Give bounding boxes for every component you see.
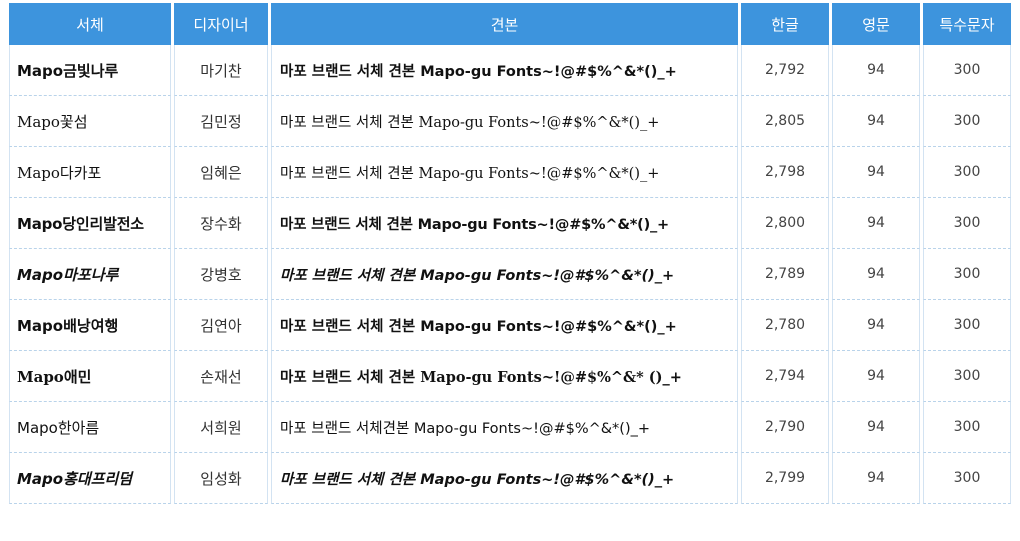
designer-name: 임혜은	[174, 147, 268, 198]
special-count: 300	[923, 351, 1011, 402]
special-count: 300	[923, 300, 1011, 351]
font-name: Mapo한아름	[9, 402, 171, 453]
english-count: 94	[832, 198, 920, 249]
english-count: 94	[832, 249, 920, 300]
font-sample: 마포 브랜드 서체 견본 Mapo-gu Fonts~!@#$%^&*()_+	[271, 45, 738, 96]
special-count: 300	[923, 198, 1011, 249]
table-row: Mapo배낭여행 김연아 마포 브랜드 서체 견본 Mapo-gu Fonts~…	[9, 300, 1011, 351]
table-header-row: 서체 디자이너 견본 한글 영문 특수문자	[9, 3, 1011, 45]
english-count: 94	[832, 453, 920, 504]
table-row: Mapo다카포 임혜은 마포 브랜드 서체 견본 Mapo-gu Fonts~!…	[9, 147, 1011, 198]
font-name: Mapo꽃섬	[9, 96, 171, 147]
font-name: Mapo배낭여행	[9, 300, 171, 351]
header-korean: 한글	[741, 3, 829, 45]
english-count: 94	[832, 147, 920, 198]
font-name: Mapo홍대프리덤	[9, 453, 171, 504]
font-name: Mapo마포나루	[9, 249, 171, 300]
special-count: 300	[923, 453, 1011, 504]
designer-name: 장수화	[174, 198, 268, 249]
table-row: Mapo홍대프리덤 임성화 마포 브랜드 서체 견본 Mapo-gu Fonts…	[9, 453, 1011, 504]
korean-count: 2,794	[741, 351, 829, 402]
english-count: 94	[832, 402, 920, 453]
font-table: 서체 디자이너 견본 한글 영문 특수문자 Mapo금빛나루 마기찬 마포 브랜…	[6, 3, 1014, 504]
special-count: 300	[923, 249, 1011, 300]
table-row: Mapo마포나루 강병호 마포 브랜드 서체 견본 Mapo-gu Fonts~…	[9, 249, 1011, 300]
header-english: 영문	[832, 3, 920, 45]
designer-name: 임성화	[174, 453, 268, 504]
english-count: 94	[832, 300, 920, 351]
designer-name: 손재선	[174, 351, 268, 402]
special-count: 300	[923, 402, 1011, 453]
english-count: 94	[832, 96, 920, 147]
font-name: Mapo애민	[9, 351, 171, 402]
font-sample: 마포 브랜드 서체 견본 Mapo-gu Fonts~!@#$%^&*()_+	[271, 249, 738, 300]
header-designer: 디자이너	[174, 3, 268, 45]
font-name: Mapo당인리발전소	[9, 198, 171, 249]
korean-count: 2,789	[741, 249, 829, 300]
designer-name: 서희원	[174, 402, 268, 453]
designer-name: 강병호	[174, 249, 268, 300]
font-sample: 마포 브랜드 서체 견본 Mapo-gu Fonts~!@#$%^&*()_+	[271, 453, 738, 504]
header-special: 특수문자	[923, 3, 1011, 45]
korean-count: 2,790	[741, 402, 829, 453]
english-count: 94	[832, 351, 920, 402]
korean-count: 2,800	[741, 198, 829, 249]
table-row: Mapo한아름 서희원 마포 브랜드 서체견본 Mapo-gu Fonts~!@…	[9, 402, 1011, 453]
header-sample: 견본	[271, 3, 738, 45]
special-count: 300	[923, 147, 1011, 198]
table-row: Mapo꽃섬 김민정 마포 브랜드 서체 견본 Mapo-gu Fonts~!@…	[9, 96, 1011, 147]
korean-count: 2,780	[741, 300, 829, 351]
header-font: 서체	[9, 3, 171, 45]
special-count: 300	[923, 45, 1011, 96]
font-sample: 마포 브랜드 서체 견본 Mapo-gu Fonts~!@#$%^&*()_+	[271, 147, 738, 198]
table-row: Mapo금빛나루 마기찬 마포 브랜드 서체 견본 Mapo-gu Fonts~…	[9, 45, 1011, 96]
font-table-container: 서체 디자이너 견본 한글 영문 특수문자 Mapo금빛나루 마기찬 마포 브랜…	[6, 3, 1014, 504]
font-sample: 마포 브랜드 서체 견본 Mapo-gu Fonts~!@#$%^&* ()_+	[271, 351, 738, 402]
korean-count: 2,792	[741, 45, 829, 96]
table-row: Mapo애민 손재선 마포 브랜드 서체 견본 Mapo-gu Fonts~!@…	[9, 351, 1011, 402]
font-name: Mapo금빛나루	[9, 45, 171, 96]
designer-name: 김민정	[174, 96, 268, 147]
designer-name: 마기찬	[174, 45, 268, 96]
korean-count: 2,805	[741, 96, 829, 147]
english-count: 94	[832, 45, 920, 96]
special-count: 300	[923, 96, 1011, 147]
table-row: Mapo당인리발전소 장수화 마포 브랜드 서체 견본 Mapo-gu Font…	[9, 198, 1011, 249]
korean-count: 2,799	[741, 453, 829, 504]
font-sample: 마포 브랜드 서체 견본 Mapo-gu Fonts~!@#$%^&*()_+	[271, 96, 738, 147]
designer-name: 김연아	[174, 300, 268, 351]
font-sample: 마포 브랜드 서체 견본 Mapo-gu Fonts~!@#$%^&*()_+	[271, 198, 738, 249]
font-sample: 마포 브랜드 서체견본 Mapo-gu Fonts~!@#$%^&*()_+	[271, 402, 738, 453]
font-name: Mapo다카포	[9, 147, 171, 198]
korean-count: 2,798	[741, 147, 829, 198]
font-sample: 마포 브랜드 서체 견본 Mapo-gu Fonts~!@#$%^&*()_+	[271, 300, 738, 351]
